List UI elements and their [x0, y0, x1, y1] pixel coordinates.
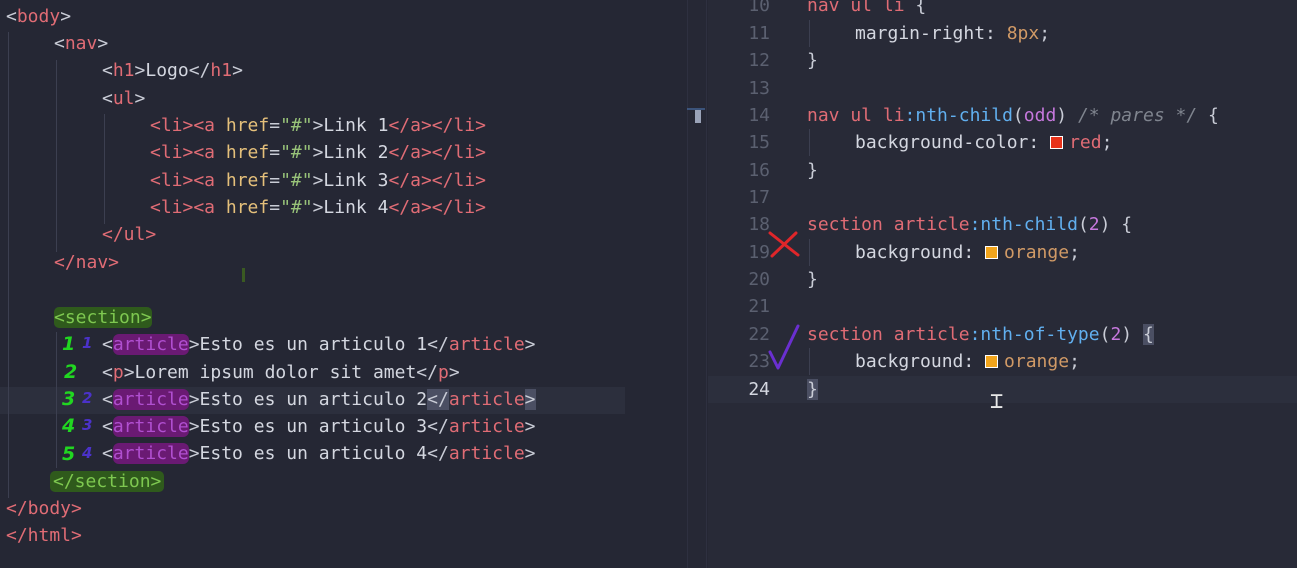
code-line: <li><a href="#">Link 3</a></li> [150, 170, 486, 191]
code-line: <article>Esto es un articulo 1</article> [102, 334, 536, 355]
code-line: </section> [50, 468, 165, 495]
code-line: section article:nth-child(2) { [807, 214, 1133, 235]
code-line: <li><a href="#">Link 2</a></li> [150, 142, 486, 163]
code-line: <li><a href="#">Link 1</a></li> [150, 115, 486, 136]
code-line: </body> [6, 498, 82, 519]
line-number: 14 [748, 105, 770, 126]
code-line: background: orange; [855, 242, 1080, 263]
color-swatch-orange[interactable] [985, 355, 999, 368]
indent-guide [104, 114, 105, 224]
code-line: section article:nth-of-type(2) { [807, 324, 1154, 345]
cross-mark-icon [768, 231, 800, 258]
code-line: </nav> [54, 252, 120, 273]
annotation-green-number: 4 [62, 415, 76, 437]
code-line: background-color: red; [855, 132, 1113, 153]
annotation-green-number: 1 [62, 333, 76, 355]
code-line: background: orange; [855, 351, 1080, 372]
code-line: } [807, 379, 818, 400]
indent-guide [56, 332, 57, 468]
annotation-blue-number: 1 [82, 334, 93, 352]
code-line: } [807, 269, 818, 290]
pane-divider[interactable] [687, 0, 707, 568]
indent-guide [56, 60, 57, 252]
css-editor-pane[interactable]: 10 11 12 13 14 15 16 17 18 19 20 21 22 2… [708, 0, 1297, 568]
code-line: <article>Esto es un articulo 2</article> [102, 389, 536, 410]
indent-guide [809, 239, 810, 266]
line-number-active: 24 [748, 379, 770, 400]
code-line: nav ul li { [807, 0, 927, 16]
text-cursor-icon: ⌶ [990, 389, 1004, 414]
stray-mark [242, 268, 245, 282]
line-number: 11 [748, 23, 770, 44]
code-line: <ul> [102, 88, 146, 109]
line-number: 20 [748, 269, 770, 290]
annotation-green-number: 2 [64, 361, 78, 383]
code-line: margin-right: 8px; [855, 23, 1051, 44]
color-swatch-red[interactable] [1050, 136, 1064, 149]
annotation-blue-number: 4 [82, 444, 93, 462]
indent-guide [8, 32, 9, 498]
code-line: <body> [6, 6, 72, 27]
color-swatch-orange[interactable] [985, 246, 999, 259]
line-number: 12 [748, 50, 770, 71]
indent-guide [809, 129, 810, 156]
code-line: } [807, 160, 818, 181]
check-mark-icon [768, 324, 800, 370]
code-line: <article>Esto es un articulo 4</article> [102, 443, 536, 464]
line-number: 19 [748, 242, 770, 263]
scrollbar-thumb[interactable] [695, 110, 701, 123]
line-number: 10 [748, 0, 770, 16]
annotation-green-number: 5 [62, 443, 76, 465]
line-number: 15 [748, 132, 770, 153]
line-number: 22 [748, 324, 770, 345]
code-line: <li><a href="#">Link 4</a></li> [150, 197, 486, 218]
code-line: <h1>Logo</h1> [102, 60, 243, 81]
line-number: 18 [748, 214, 770, 235]
line-number: 13 [748, 78, 770, 99]
code-line: <section> [54, 307, 152, 328]
line-number: 17 [748, 187, 770, 208]
line-number: 21 [748, 296, 770, 317]
code-line: nav ul li:nth-child(odd) /* pares */ { [807, 105, 1219, 126]
code-line: </ul> [102, 224, 157, 245]
html-editor-pane[interactable]: <body> <nav> <h1>Logo</h1> <ul> <li><a h… [0, 0, 687, 568]
code-line: </html> [6, 525, 82, 546]
code-line: <article>Esto es un articulo 3</article> [102, 416, 536, 437]
annotation-blue-number: 3 [82, 416, 93, 434]
line-number: 23 [748, 351, 770, 372]
code-line: } [807, 50, 818, 71]
indent-guide [809, 20, 810, 47]
indent-guide [809, 348, 810, 375]
code-line: <p>Lorem ipsum dolor sit amet</p> [102, 362, 460, 383]
line-number: 16 [748, 160, 770, 181]
code-line: <nav> [54, 33, 109, 54]
annotation-green-number: 3 [62, 388, 76, 410]
annotation-blue-number: 2 [82, 389, 93, 407]
